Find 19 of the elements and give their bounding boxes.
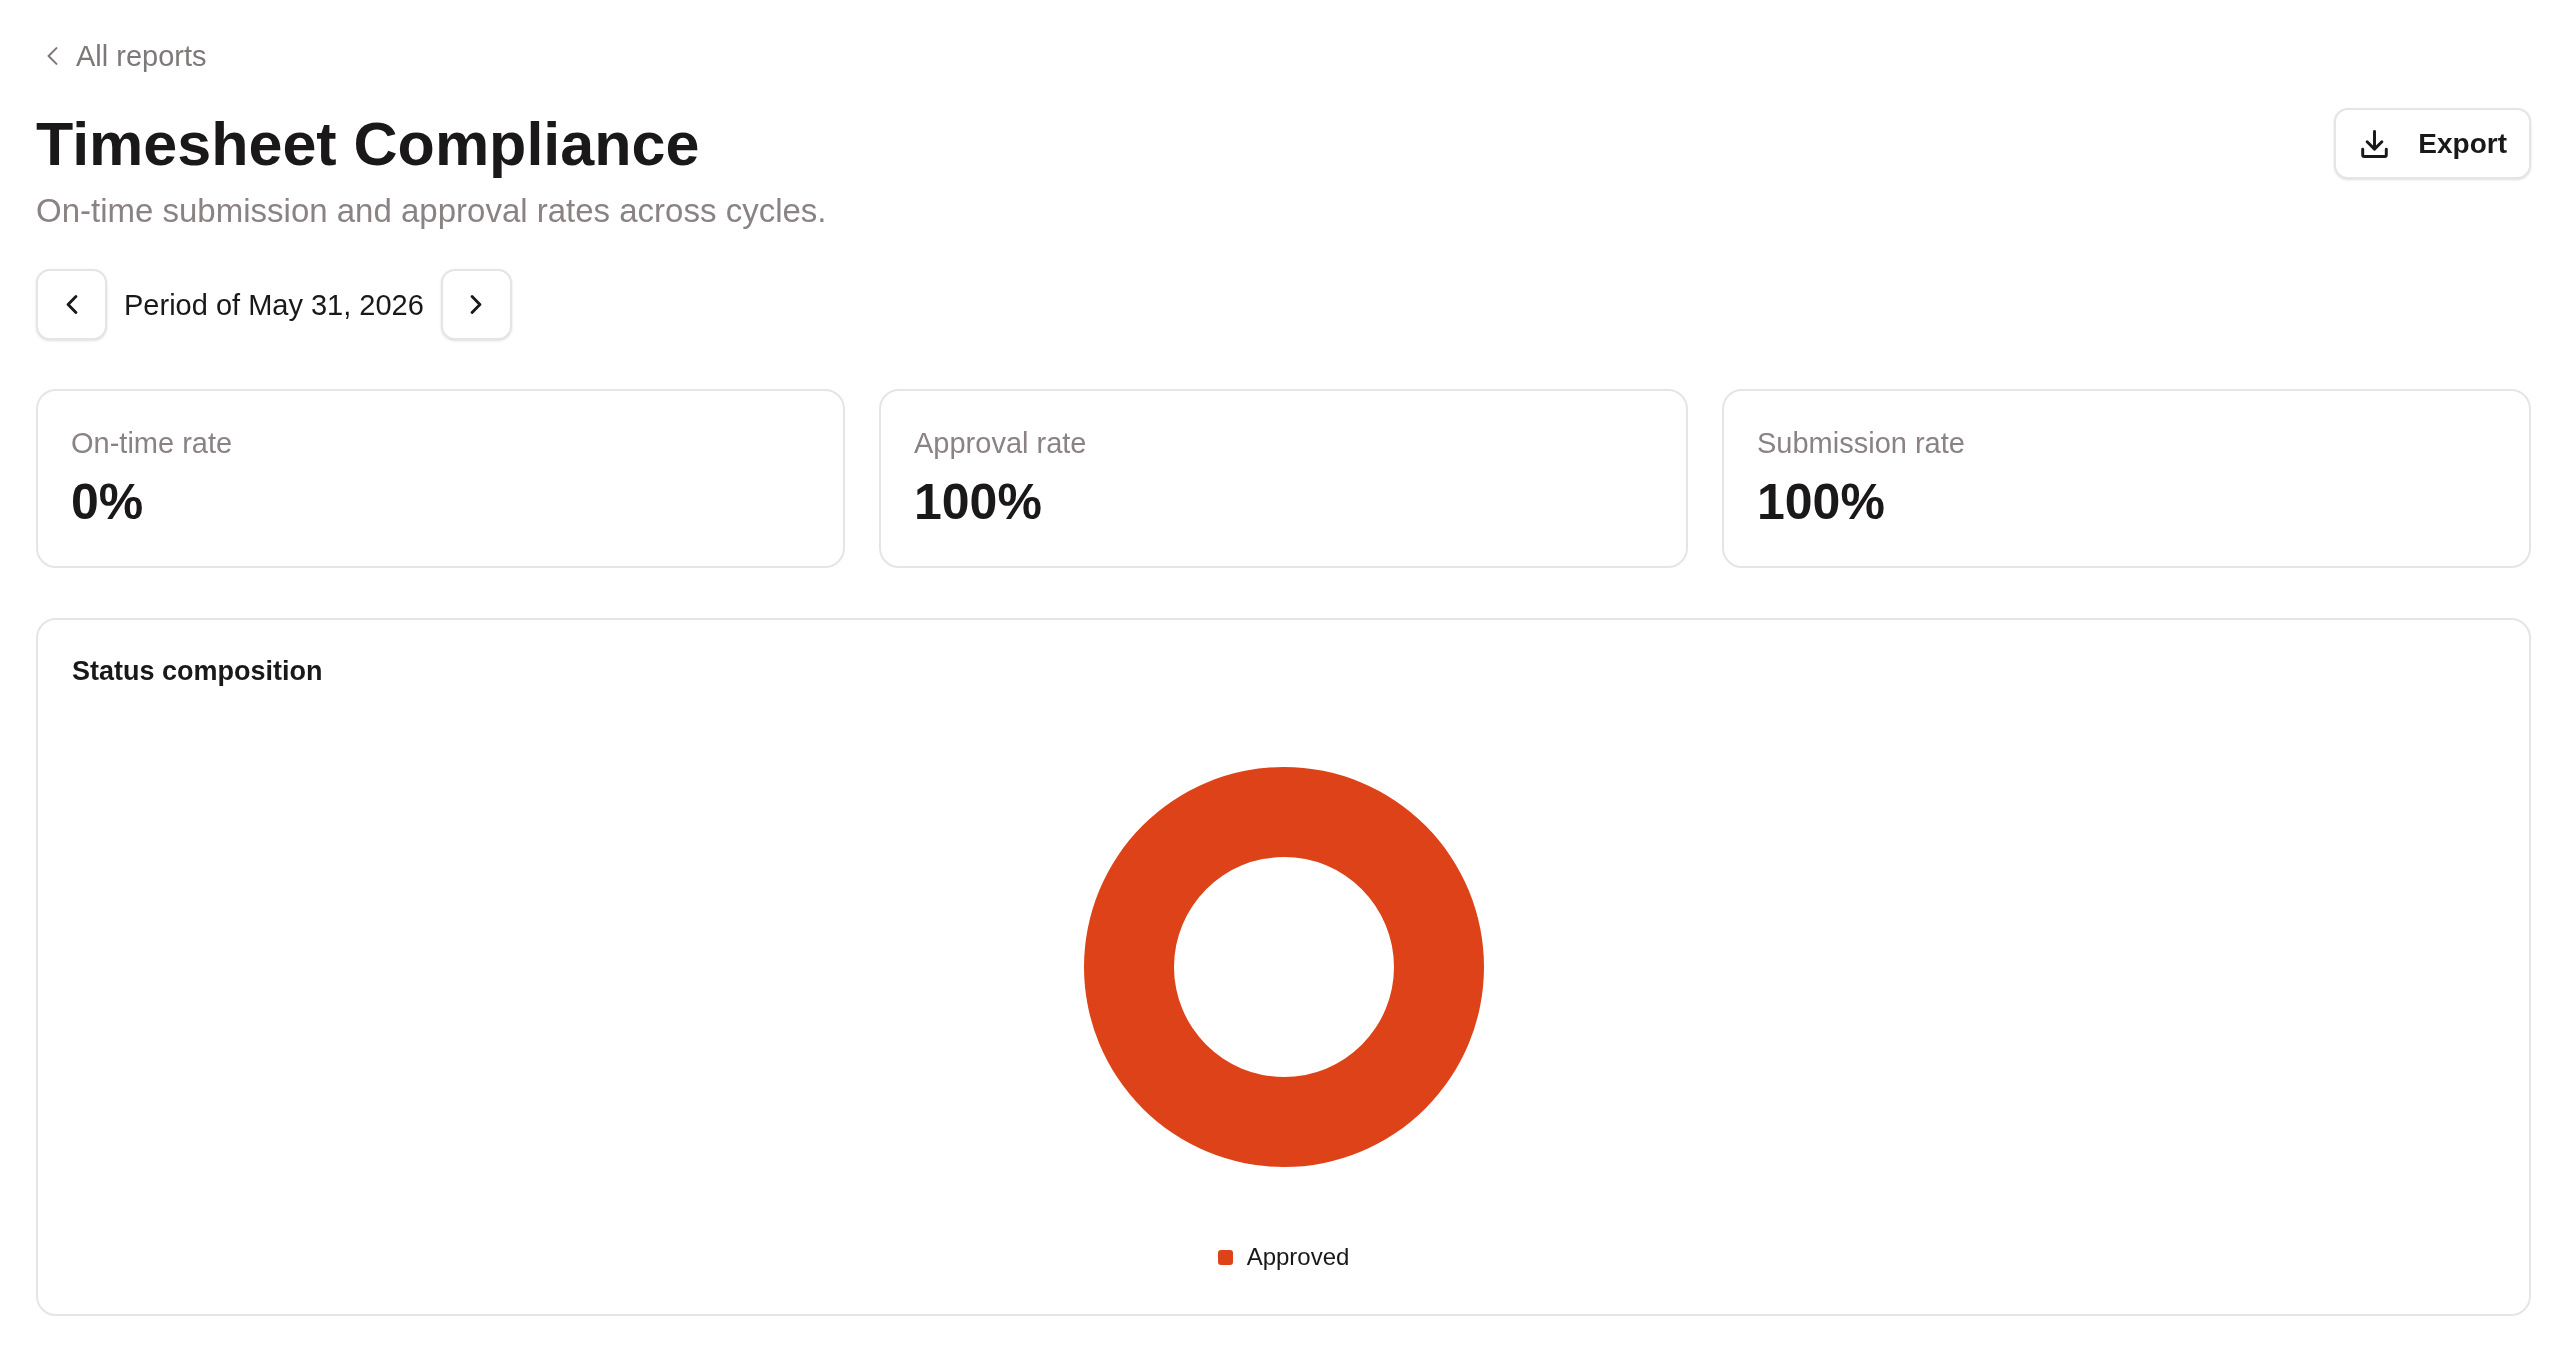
- next-period-button[interactable]: [440, 269, 512, 340]
- stat-label: Approval rate: [914, 426, 1087, 461]
- stat-value: 0%: [71, 473, 144, 532]
- page-title: Timesheet Compliance: [36, 109, 700, 180]
- legend-label: Approved: [1246, 1242, 1350, 1272]
- export-button[interactable]: Export: [2334, 108, 2531, 179]
- stat-label: On-time rate: [71, 426, 233, 461]
- page-subtitle: On-time submission and approval rates across cycles.: [36, 191, 827, 231]
- chevron-left-icon: [65, 295, 78, 314]
- stat-label: Submission rate: [1757, 426, 1965, 461]
- back-link[interactable]: All reports: [36, 36, 207, 76]
- chevron-left-icon: [46, 47, 59, 65]
- chevron-right-icon: [470, 295, 483, 314]
- download-icon: [2361, 129, 2389, 158]
- period-label: Period of May 31, 2026: [124, 287, 424, 323]
- stat-value: 100%: [914, 473, 1042, 532]
- previous-period-button[interactable]: [36, 269, 107, 340]
- stat-value: 100%: [1757, 473, 1885, 532]
- chart-title: Status composition: [72, 655, 323, 688]
